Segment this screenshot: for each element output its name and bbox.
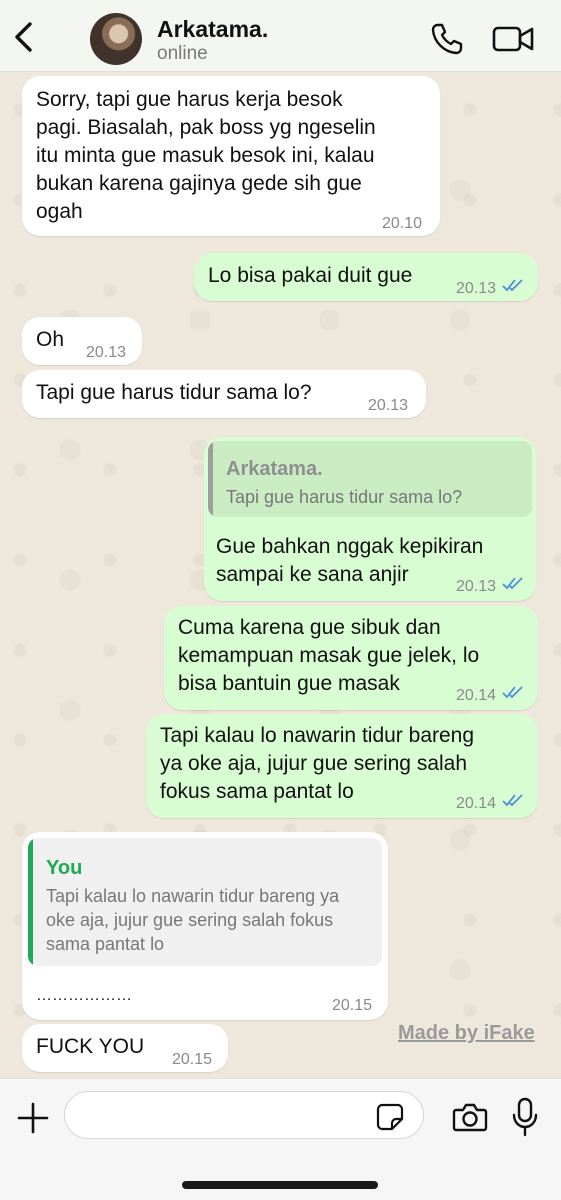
message-text: Tapi gue harus tidur sama lo? bbox=[36, 381, 312, 404]
message-bubble-outgoing[interactable]: Tapi kalau lo nawarin tidur bareng ya ok… bbox=[146, 714, 538, 818]
message-time: 20.13 bbox=[456, 578, 497, 595]
message-bubble-outgoing[interactable]: Cuma karena gue sibuk dan kemampuan masa… bbox=[164, 606, 538, 710]
message-time: 20.14 bbox=[456, 795, 497, 812]
message-time: 20.13 bbox=[456, 280, 497, 297]
contact-name[interactable]: Arkatama. bbox=[157, 16, 268, 43]
message-text: Oh bbox=[36, 328, 65, 351]
message-time: 20.14 bbox=[456, 687, 497, 704]
message-bubble-incoming[interactable]: You Tapi kalau lo nawarin tidur bareng y… bbox=[22, 832, 388, 1020]
message-bubble-incoming[interactable]: Sorry, tapi gue harus kerja besok pagi. … bbox=[22, 76, 440, 236]
message-text: Lo bisa pakai duit gue bbox=[208, 264, 413, 287]
message-text: Sorry, tapi gue harus kerja besok pagi. … bbox=[36, 88, 376, 223]
message-time: 20.13 bbox=[86, 344, 127, 361]
message-input[interactable] bbox=[64, 1091, 424, 1139]
double-check-icon bbox=[502, 279, 523, 292]
quote-author: Arkatama. bbox=[226, 458, 323, 480]
double-check-icon bbox=[502, 577, 523, 590]
message-bubble-incoming[interactable]: Tapi gue harus tidur sama lo? 20.13 bbox=[22, 370, 426, 418]
chat-header: Arkatama. online bbox=[0, 0, 561, 72]
contact-status: online bbox=[157, 43, 208, 64]
message-bubble-outgoing[interactable]: Lo bisa pakai duit gue 20.13 bbox=[194, 253, 538, 301]
quote-bar bbox=[208, 441, 213, 517]
plus-icon[interactable] bbox=[16, 1101, 50, 1135]
message-text: ……………… bbox=[36, 987, 132, 1004]
sticker-icon[interactable] bbox=[376, 1103, 404, 1131]
home-indicator bbox=[182, 1181, 378, 1189]
video-camera-icon[interactable] bbox=[492, 24, 534, 54]
message-bubble-incoming[interactable]: FUCK YOU 20.15 bbox=[22, 1024, 228, 1072]
message-time: 20.13 bbox=[368, 397, 409, 414]
phone-icon[interactable] bbox=[430, 22, 464, 56]
message-bubble-incoming[interactable]: Oh 20.13 bbox=[22, 317, 142, 365]
input-bar bbox=[0, 1078, 561, 1200]
message-bubble-outgoing[interactable]: Arkatama. Tapi gue harus tidur sama lo? … bbox=[204, 437, 536, 601]
double-check-icon bbox=[502, 686, 523, 699]
watermark: Made by iFake bbox=[398, 1022, 535, 1044]
quote-bar bbox=[28, 838, 33, 966]
quoted-message[interactable]: You Tapi kalau lo nawarin tidur bareng y… bbox=[28, 838, 382, 966]
avatar[interactable] bbox=[90, 13, 142, 65]
message-time: 20.15 bbox=[172, 1051, 213, 1068]
chevron-left-icon[interactable] bbox=[10, 20, 38, 54]
quoted-message[interactable]: Arkatama. Tapi gue harus tidur sama lo? bbox=[208, 441, 532, 517]
message-time: 20.10 bbox=[382, 215, 423, 232]
message-time: 20.15 bbox=[332, 997, 373, 1014]
message-text: FUCK YOU bbox=[36, 1035, 145, 1058]
microphone-icon[interactable] bbox=[512, 1097, 538, 1137]
quote-text: Tapi kalau lo nawarin tidur bareng ya ok… bbox=[46, 886, 340, 954]
camera-icon[interactable] bbox=[452, 1101, 488, 1133]
double-check-icon bbox=[502, 794, 523, 807]
quote-author: You bbox=[46, 857, 83, 879]
quote-text: Tapi gue harus tidur sama lo? bbox=[226, 487, 463, 507]
